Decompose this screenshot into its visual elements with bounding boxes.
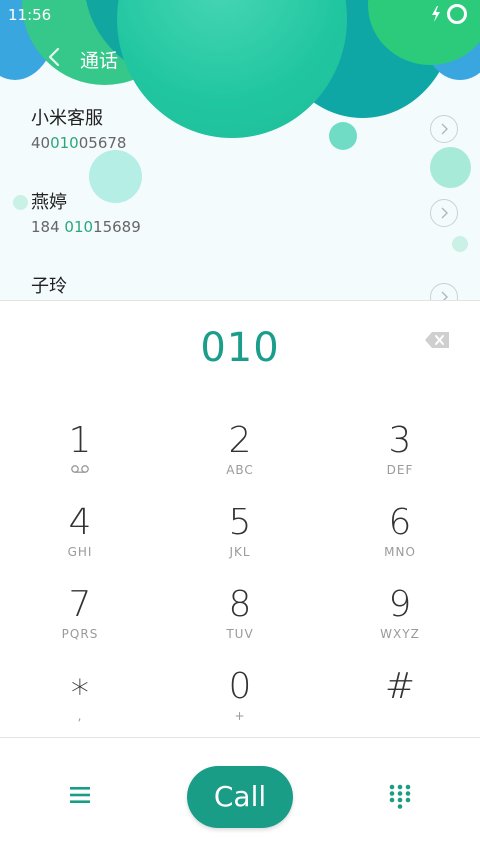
page-title: 通话: [80, 50, 119, 72]
key-digit: 4: [68, 502, 92, 543]
bottom-bar: Call: [0, 737, 480, 854]
decor-bubble: [452, 236, 468, 252]
key-digit: 1: [68, 420, 92, 461]
number-part: 15689: [93, 218, 141, 236]
dialpad-icon[interactable]: [387, 783, 413, 809]
decor-bubble: [430, 147, 471, 188]
call-button[interactable]: Call: [187, 766, 293, 828]
key-letters: GHI: [67, 545, 93, 559]
chevron-right-icon: [441, 207, 448, 219]
contact-row[interactable]: 子玲: [31, 276, 391, 298]
key-letters: DEF: [386, 463, 414, 477]
key-digit: 3: [388, 420, 412, 461]
key-digit: 8: [228, 584, 252, 625]
key-0[interactable]: 0 +: [160, 655, 320, 737]
bolt-icon: [432, 6, 440, 22]
key-digit: 6: [388, 502, 412, 543]
decor-bubble: [13, 195, 28, 210]
dialed-number-area: 010: [0, 300, 480, 410]
contact-number: 4001005678: [31, 134, 391, 152]
key-hash[interactable]: #: [320, 655, 480, 737]
header-decoration: 11:56 通话 小米客服 4001005678 燕婷 184 01015689…: [0, 0, 480, 300]
key-letters: MNO: [384, 545, 416, 559]
key-digit: #: [384, 666, 416, 707]
key-digit: ∗: [68, 666, 92, 707]
number-part: 184: [31, 218, 65, 236]
key-digit: 5: [228, 502, 252, 543]
key-digit: 0: [228, 666, 252, 707]
key-letters: [320, 709, 480, 723]
contact-detail-button[interactable]: [430, 115, 458, 143]
key-letters: TUV: [226, 627, 254, 641]
key-letters: +: [234, 709, 246, 723]
key-2[interactable]: 2 ABC: [160, 409, 320, 491]
chevron-right-icon: [441, 291, 448, 300]
key-digit: 2: [228, 420, 252, 461]
keypad: 1 2 ABC 3 DEF 4 GHI 5 JKL 6 MNO 7 PQRS 8…: [0, 409, 480, 737]
key-star[interactable]: ∗ ,: [0, 655, 160, 737]
contact-name: 子玲: [31, 276, 67, 297]
contact-name: 燕婷: [31, 192, 67, 213]
contact-detail-button[interactable]: [430, 283, 458, 300]
key-digit: 7: [68, 584, 92, 625]
key-8[interactable]: 8 TUV: [160, 573, 320, 655]
key-4[interactable]: 4 GHI: [0, 491, 160, 573]
key-letters: WXYZ: [380, 627, 420, 641]
chevron-right-icon: [441, 123, 448, 135]
backspace-icon[interactable]: [424, 331, 450, 349]
dialed-number: 010: [200, 325, 280, 371]
number-part: 05678: [78, 134, 127, 152]
status-bar: 11:56: [0, 0, 480, 30]
key-3[interactable]: 3 DEF: [320, 409, 480, 491]
key-7[interactable]: 7 PQRS: [0, 573, 160, 655]
key-letters: PQRS: [61, 627, 99, 641]
contact-row[interactable]: 燕婷 184 01015689: [31, 192, 391, 236]
voicemail-icon: [0, 463, 160, 477]
contact-detail-button[interactable]: [430, 199, 458, 227]
contact-name: 小米客服: [31, 108, 103, 129]
key-digit: 9: [388, 584, 412, 625]
battery-ring-icon: [447, 4, 467, 24]
key-9[interactable]: 9 WXYZ: [320, 573, 480, 655]
key-1[interactable]: 1: [0, 409, 160, 491]
key-6[interactable]: 6 MNO: [320, 491, 480, 573]
status-time: 11:56: [8, 6, 52, 24]
contact-number: 184 01015689: [31, 218, 391, 236]
number-part: 40: [31, 134, 51, 152]
number-match: 010: [50, 134, 79, 152]
key-5[interactable]: 5 JKL: [160, 491, 320, 573]
contact-row[interactable]: 小米客服 4001005678: [31, 108, 391, 152]
menu-icon[interactable]: [66, 784, 94, 806]
key-letters: JKL: [229, 545, 251, 559]
back-arrow-icon[interactable]: [44, 44, 66, 70]
key-letters: ,: [77, 709, 83, 723]
key-letters: ABC: [226, 463, 254, 477]
number-match: 010: [64, 218, 94, 236]
